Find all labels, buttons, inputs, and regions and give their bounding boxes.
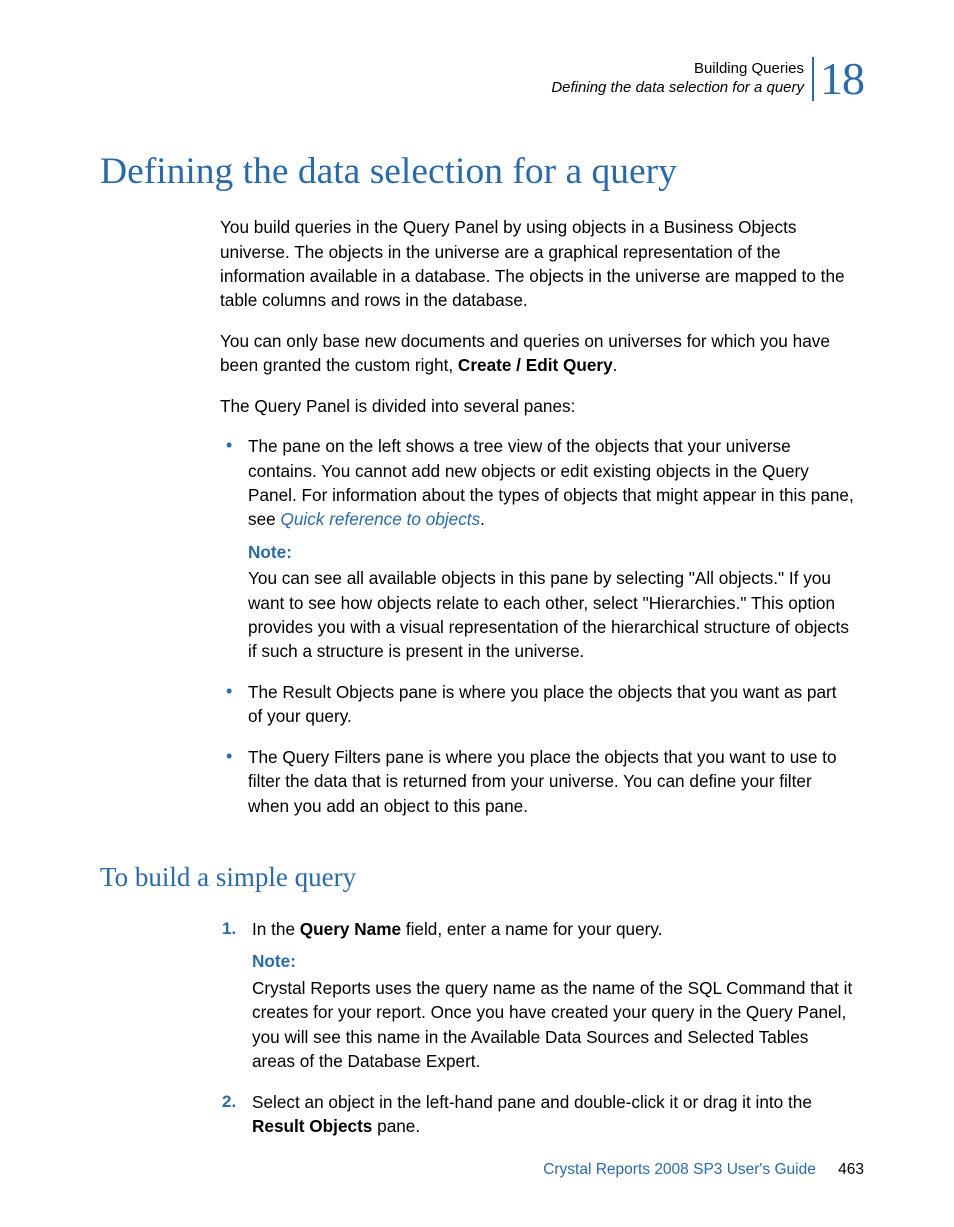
header-line: Building Queries Defining the data selec…	[100, 56, 864, 102]
header-chapter-title: Building Queries	[551, 60, 804, 79]
link-quick-reference[interactable]: Quick reference to objects	[281, 509, 481, 529]
paragraph: You build queries in the Query Panel by …	[220, 215, 854, 313]
body-section-1: You build queries in the Query Panel by …	[220, 215, 854, 818]
footer-page-number: 463	[838, 1161, 864, 1178]
page-footer: Crystal Reports 2008 SP3 User's Guide 46…	[100, 1161, 864, 1179]
note-label: Note:	[252, 949, 854, 973]
header-text: Building Queries Defining the data selec…	[551, 60, 804, 98]
header-divider	[812, 57, 814, 101]
bullet-list: The pane on the left shows a tree view o…	[220, 434, 854, 818]
list-item: The Result Objects pane is where you pla…	[246, 680, 854, 729]
footer-doc-title: Crystal Reports 2008 SP3 User's Guide	[543, 1161, 816, 1178]
paragraph: The Query Panel is divided into several …	[220, 394, 854, 418]
body-section-2: In the Query Name field, enter a name fo…	[220, 917, 854, 1138]
page: Building Queries Defining the data selec…	[0, 0, 954, 1227]
note-block: Note: You can see all available objects …	[248, 540, 854, 664]
ordered-steps: In the Query Name field, enter a name fo…	[220, 917, 854, 1138]
note-block: Note: Crystal Reports uses the query nam…	[252, 949, 854, 1073]
text: .	[480, 509, 485, 529]
page-header: Building Queries Defining the data selec…	[100, 56, 864, 102]
note-label: Note:	[248, 540, 854, 564]
heading-2: To build a simple query	[100, 862, 864, 893]
heading-1: Defining the data selection for a query	[100, 150, 864, 193]
text: pane.	[372, 1116, 420, 1136]
text-bold: Result Objects	[252, 1116, 372, 1136]
text-bold: Query Name	[300, 919, 401, 939]
text: field, enter a name for your query.	[401, 919, 662, 939]
list-item: The pane on the left shows a tree view o…	[246, 434, 854, 664]
text: Select an object in the left-hand pane a…	[252, 1092, 812, 1112]
note-text: You can see all available objects in thi…	[248, 568, 849, 661]
text-bold: Create / Edit Query	[458, 355, 613, 375]
list-item: Select an object in the left-hand pane a…	[246, 1090, 854, 1139]
text: .	[613, 355, 618, 375]
text: In the	[252, 919, 300, 939]
paragraph: You can only base new documents and quer…	[220, 329, 854, 378]
chapter-number: 18	[820, 56, 864, 102]
list-item: The Query Filters pane is where you plac…	[246, 745, 854, 818]
header-section-title: Defining the data selection for a query	[551, 79, 804, 98]
note-text: Crystal Reports uses the query name as t…	[252, 978, 852, 1071]
list-item: In the Query Name field, enter a name fo…	[246, 917, 854, 1074]
